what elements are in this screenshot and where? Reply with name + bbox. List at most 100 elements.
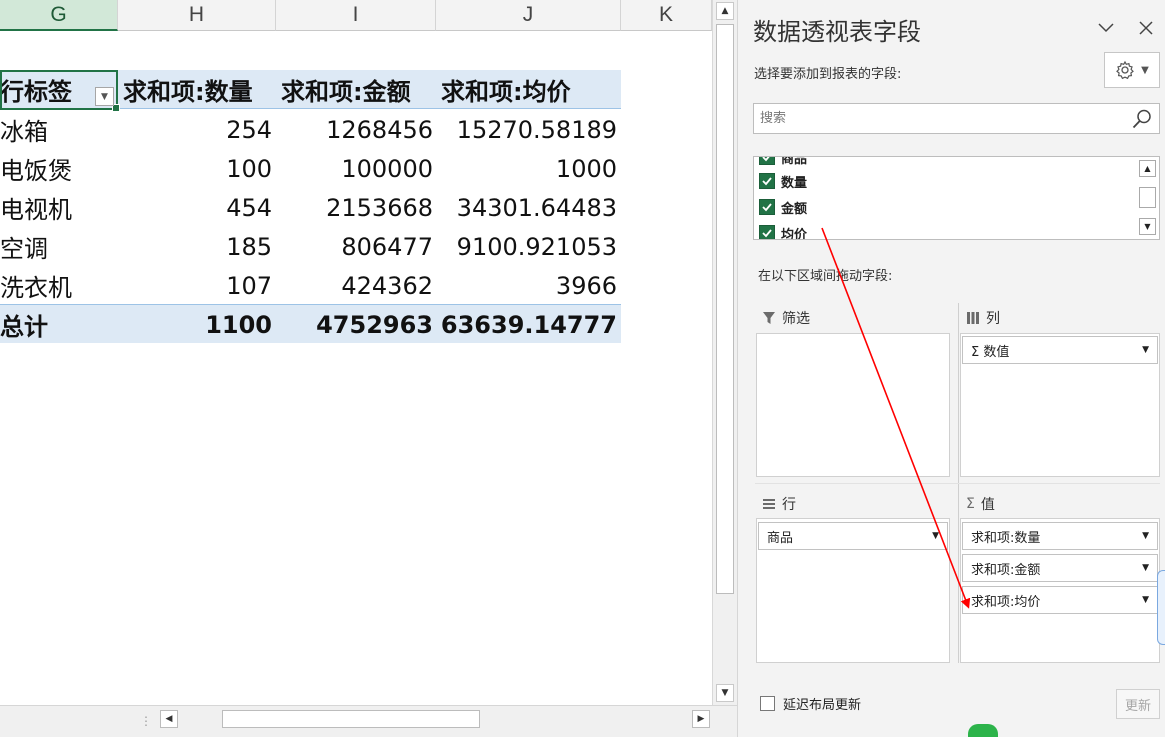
column-header-g[interactable]: G xyxy=(0,0,118,31)
column-header-i[interactable]: I xyxy=(276,0,436,31)
cell-quantity[interactable]: 254 xyxy=(118,110,272,149)
cell-avg-price[interactable]: 3966 xyxy=(436,266,617,305)
chevron-down-icon[interactable]: ▼ xyxy=(1142,345,1149,355)
cell-quantity[interactable]: 107 xyxy=(118,266,272,305)
dropdown-arrow-icon: ▼ xyxy=(1141,64,1149,76)
values-field-chip[interactable]: 求和项:数量 ▼ xyxy=(962,522,1158,550)
cell-avg-price[interactable]: 34301.64483 xyxy=(436,188,617,227)
field-item[interactable]: 数量 xyxy=(759,169,807,193)
splitter-grip-icon[interactable]: ⋮ xyxy=(140,714,152,728)
chevron-down-icon[interactable]: ▼ xyxy=(1142,531,1149,541)
rows-area-label: 行 xyxy=(762,494,796,514)
field-item[interactable]: 金额 xyxy=(759,195,807,219)
total-amount[interactable]: 4752963 xyxy=(276,305,433,344)
column-header-j[interactable]: J xyxy=(436,0,621,31)
field-chip-label: 求和项:均价 xyxy=(971,594,1041,610)
field-chip-label: Σ 数值 xyxy=(971,344,1010,360)
field-chip-label: 求和项:数量 xyxy=(971,530,1041,546)
field-label: 数量 xyxy=(781,175,808,191)
cell-quantity[interactable]: 100 xyxy=(118,149,272,188)
panel-close-button[interactable] xyxy=(1134,16,1158,40)
rows-area-title: 行 xyxy=(782,497,796,513)
grand-total-label[interactable]: 总计 xyxy=(0,305,118,344)
search-icon[interactable] xyxy=(1131,108,1153,130)
cell-amount[interactable]: 806477 xyxy=(276,227,433,266)
cell-avg-price[interactable]: 15270.58189 xyxy=(436,110,617,149)
rows-icon xyxy=(763,499,775,509)
cell-amount[interactable]: 2153668 xyxy=(276,188,433,227)
field-label: 均价 xyxy=(781,227,808,240)
field-item[interactable]: 均价 xyxy=(759,221,808,240)
field-list[interactable]: 商品 数量 金额 均价 ▲ ▼ xyxy=(753,156,1160,240)
chevron-down-icon[interactable]: ▼ xyxy=(932,531,939,541)
field-item[interactable]: 商品 xyxy=(759,157,807,169)
update-button[interactable]: 更新 xyxy=(1116,689,1160,719)
rows-field-chip[interactable]: 商品 ▼ xyxy=(758,522,948,550)
scroll-up-button[interactable]: ▲ xyxy=(1139,160,1156,177)
chevron-down-icon xyxy=(1098,23,1114,33)
panel-subtitle: 选择要添加到报表的字段: xyxy=(754,67,902,82)
scroll-down-button[interactable]: ▼ xyxy=(1139,218,1156,235)
cell-quantity[interactable]: 185 xyxy=(118,227,272,266)
cell-amount[interactable]: 1268456 xyxy=(276,110,433,149)
field-list-scrollbar[interactable]: ▲ ▼ xyxy=(1137,157,1159,239)
checked-checkbox-icon[interactable] xyxy=(759,157,775,165)
cell-amount[interactable]: 100000 xyxy=(276,149,433,188)
spreadsheet-grid[interactable]: G H I J K 行标签 求和项:数量 求和项:金额 求和项:均价 冰箱 25… xyxy=(0,0,737,737)
horizontal-scroll-thumb[interactable] xyxy=(222,710,480,728)
row-label[interactable]: 电饭煲 xyxy=(0,149,118,188)
row-label[interactable]: 电视机 xyxy=(0,188,118,227)
scroll-thumb[interactable] xyxy=(716,24,734,594)
scroll-right-button[interactable]: ▶ xyxy=(692,710,710,728)
defer-layout-update[interactable]: 延迟布局更新 xyxy=(760,694,861,713)
values-field-chip[interactable]: 求和项:金额 ▼ xyxy=(962,554,1158,582)
value-header-avg-price[interactable]: 求和项:均价 xyxy=(436,70,617,109)
value-header-quantity[interactable]: 求和项:数量 xyxy=(118,70,272,109)
cell-amount[interactable]: 424362 xyxy=(276,266,433,305)
column-header-h[interactable]: H xyxy=(118,0,276,31)
cell-avg-price[interactable]: 9100.921053 xyxy=(436,227,617,266)
field-search-box[interactable] xyxy=(753,103,1160,134)
field-chip-label: 商品 xyxy=(767,530,794,546)
row-label[interactable]: 空调 xyxy=(0,227,118,266)
row-label[interactable]: 洗衣机 xyxy=(0,266,118,305)
field-chip-label: 求和项:金额 xyxy=(971,562,1041,578)
chevron-down-icon[interactable]: ▼ xyxy=(1142,595,1149,605)
row-label[interactable]: 冰箱 xyxy=(0,110,118,149)
scroll-thumb[interactable] xyxy=(1139,187,1156,208)
values-field-chip[interactable]: 求和项:均价 ▼ xyxy=(962,586,1158,614)
checked-checkbox-icon[interactable] xyxy=(759,199,775,215)
arrow-up-icon: ▲ xyxy=(721,6,729,16)
values-area-label: Σ 值 xyxy=(966,494,995,514)
columns-area-label: 列 xyxy=(966,308,1000,328)
field-label: 金额 xyxy=(781,201,808,217)
total-avg-price[interactable]: 63639.14777 xyxy=(436,305,617,344)
checked-checkbox-icon[interactable] xyxy=(759,225,775,239)
columns-icon xyxy=(967,312,979,324)
columns-field-chip[interactable]: Σ 数值 ▼ xyxy=(962,336,1158,364)
scroll-up-button[interactable]: ▲ xyxy=(716,2,734,20)
cell-quantity[interactable]: 454 xyxy=(118,188,272,227)
field-list-settings-button[interactable]: ▼ xyxy=(1104,52,1160,88)
cell-avg-price[interactable]: 1000 xyxy=(436,149,617,188)
chevron-down-icon[interactable]: ▼ xyxy=(1142,563,1149,573)
arrow-down-icon: ▼ xyxy=(1144,222,1151,231)
scroll-down-button[interactable]: ▼ xyxy=(716,684,734,702)
grand-total-row: 总计 1100 4752963 63639.14777 xyxy=(0,304,621,343)
search-input[interactable] xyxy=(760,108,1120,129)
horizontal-scrollbar[interactable]: ⋮ ◀ ▶ xyxy=(0,705,737,737)
total-quantity[interactable]: 1100 xyxy=(118,305,272,344)
table-row: 洗衣机 107 424362 3966 xyxy=(0,266,621,305)
scroll-left-button[interactable]: ◀ xyxy=(160,710,178,728)
row-labels-filter-button[interactable]: ▼ xyxy=(95,87,114,106)
side-tab[interactable] xyxy=(1157,570,1165,645)
panel-options-button[interactable] xyxy=(1094,16,1118,40)
column-header-k[interactable]: K xyxy=(621,0,712,31)
arrow-down-icon: ▼ xyxy=(721,688,729,698)
unchecked-checkbox-icon[interactable] xyxy=(760,696,775,711)
filter-drop-zone[interactable] xyxy=(756,333,950,477)
vertical-scrollbar[interactable]: ▲ ▼ xyxy=(712,0,737,705)
table-row: 空调 185 806477 9100.921053 xyxy=(0,227,621,266)
value-header-amount[interactable]: 求和项:金额 xyxy=(276,70,433,109)
checked-checkbox-icon[interactable] xyxy=(759,173,775,189)
